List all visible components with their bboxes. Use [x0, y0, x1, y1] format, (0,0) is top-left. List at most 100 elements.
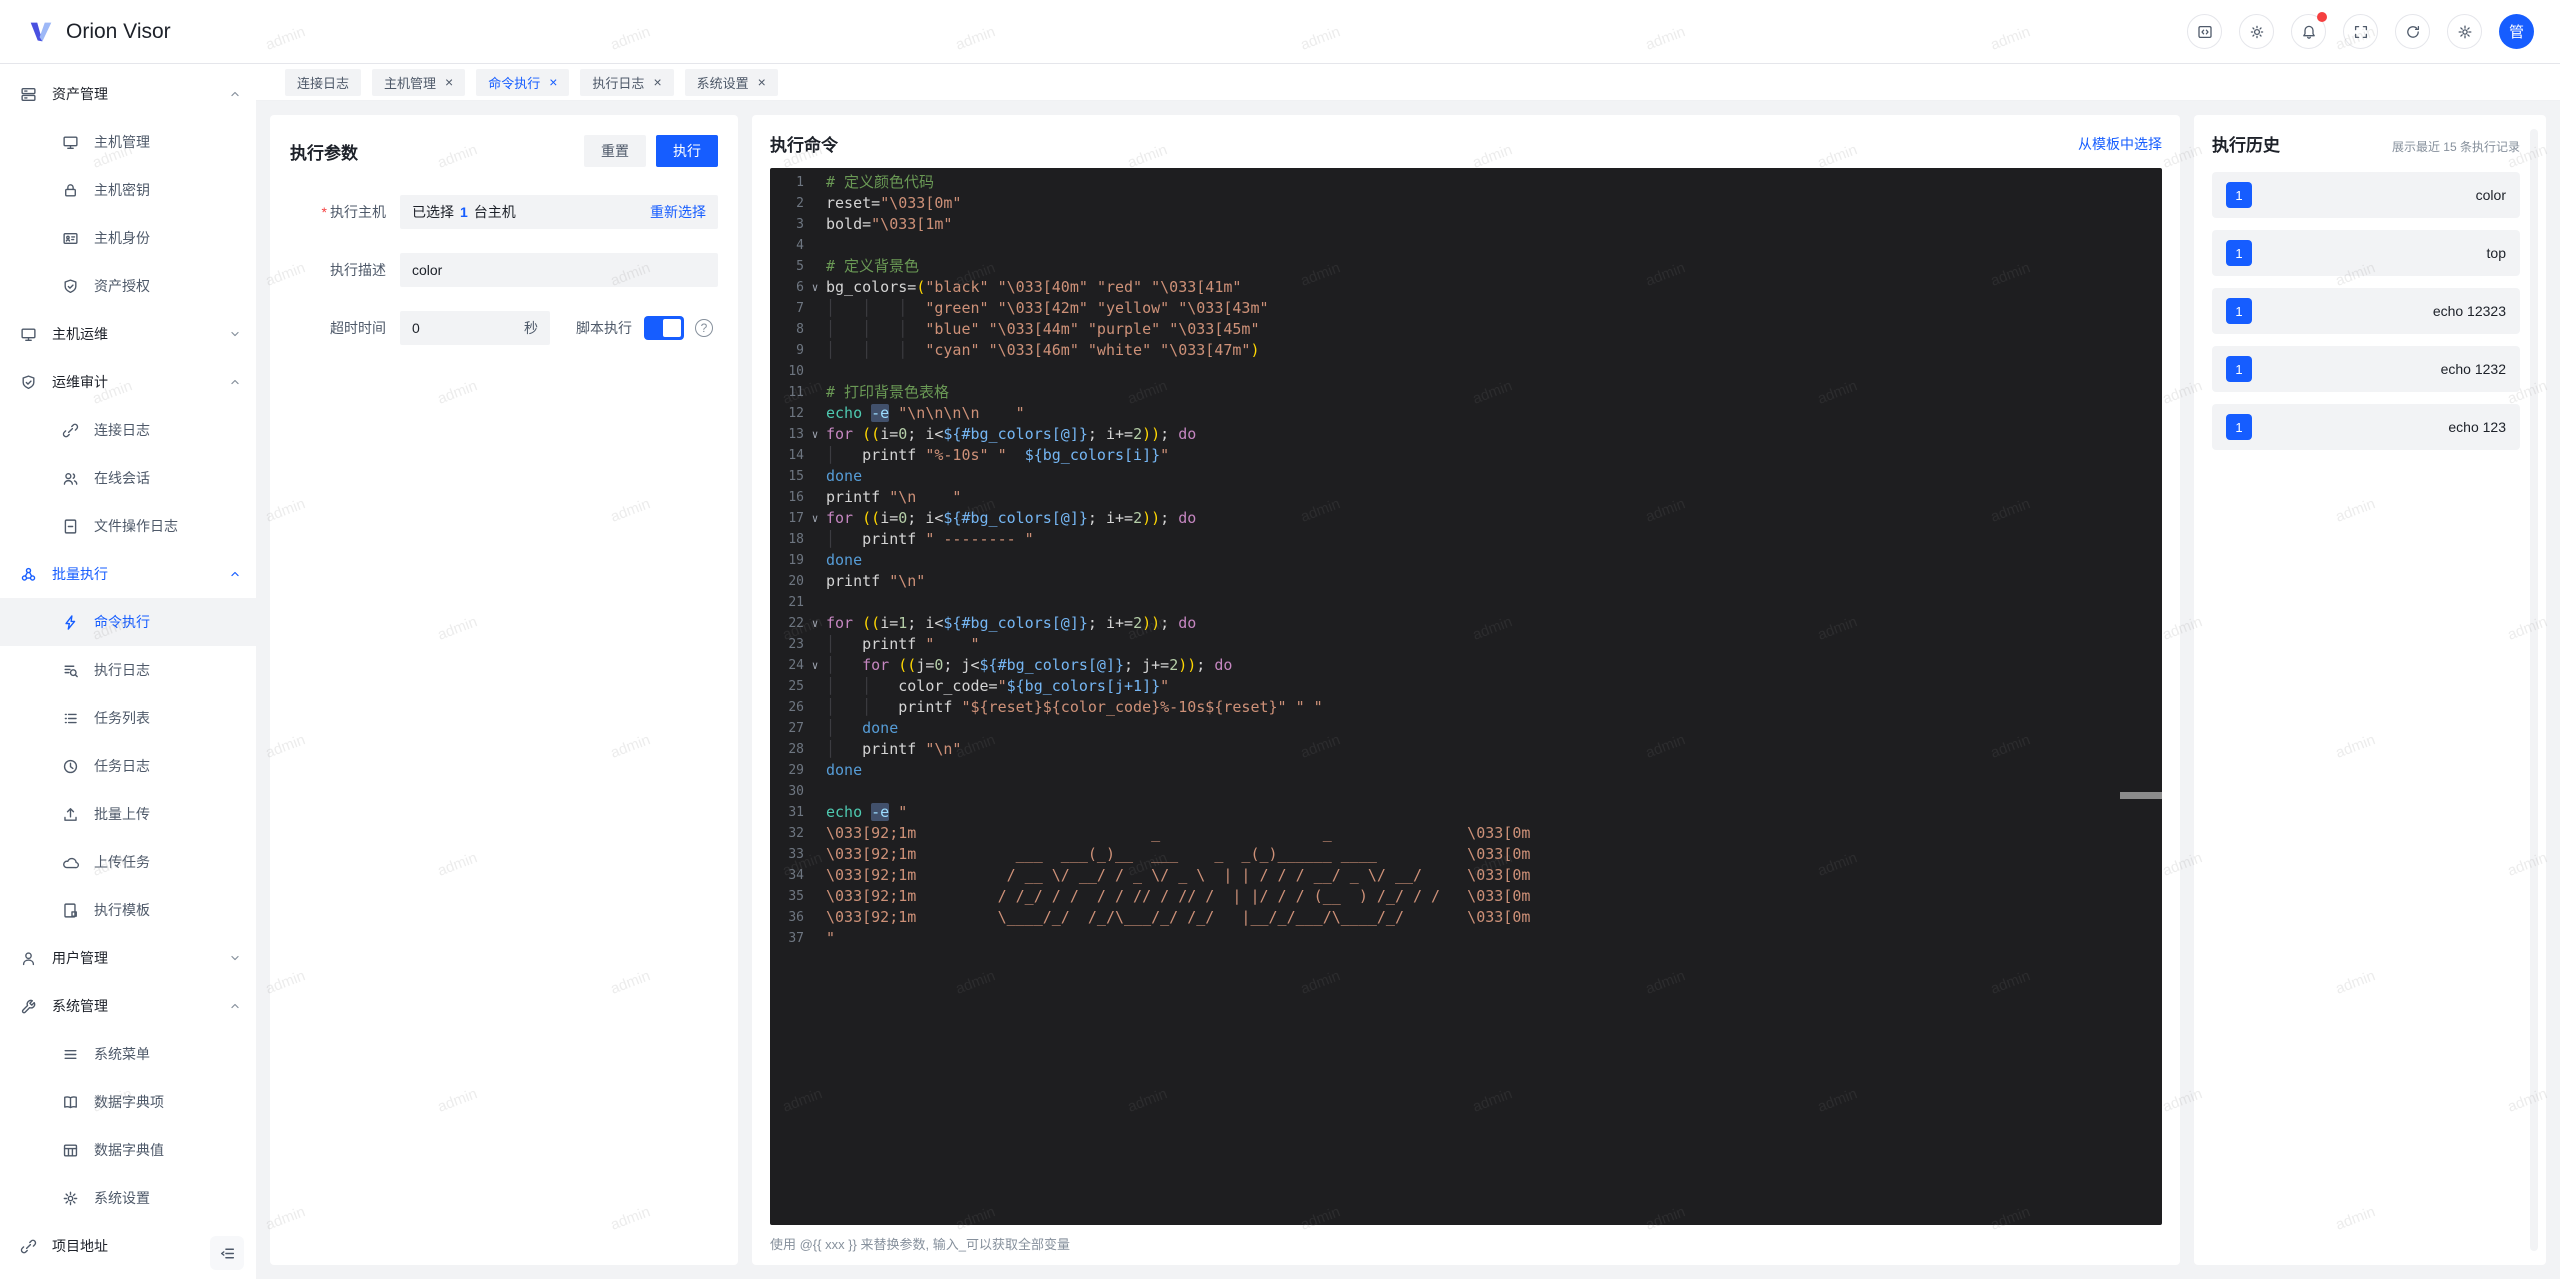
tab-close-icon[interactable]: × — [653, 75, 661, 89]
editor-scrollbar-handle[interactable] — [2120, 792, 2162, 799]
history-item[interactable]: 1 top — [2212, 230, 2520, 276]
timeout-input-wrap: 秒 — [400, 311, 550, 345]
sidebar-item-host-identity[interactable]: 主机身份 — [0, 214, 256, 262]
history-item[interactable]: 1 echo 12323 — [2212, 288, 2520, 334]
sidebar-item-label: 主机密钥 — [94, 182, 150, 198]
code-line: 1 # 定义颜色代码 — [770, 172, 2162, 193]
history-scrollbar-track[interactable] — [2530, 129, 2538, 1251]
tab-execution-log[interactable]: 执行日志 × — [580, 68, 674, 96]
notifications-button[interactable] — [2291, 12, 2327, 49]
selected-hosts-field[interactable]: 已选择 1 台主机 重新选择 — [400, 195, 718, 229]
line-number: 25 — [788, 679, 804, 694]
line-number: 4 — [796, 238, 804, 253]
code-editor[interactable]: 1 # 定义颜色代码 2 reset="\033[0m" 3 bold="\033[1m"… — [770, 168, 2162, 1225]
fold-chevron-icon[interactable]: ∨ — [804, 613, 826, 634]
tab-system-settings[interactable]: 系统设置 × — [684, 68, 778, 96]
idcard-icon — [63, 232, 78, 244]
code-text: printf "\n " — [826, 488, 962, 506]
tab-host-management[interactable]: 主机管理 × — [372, 68, 466, 96]
tab-label: 连接日志 — [297, 75, 350, 91]
sidebar-item-asset-authorization[interactable]: 资产授权 — [0, 262, 256, 310]
code-text: │ printf "\n" — [826, 740, 962, 758]
script-exec-toggle[interactable] — [644, 316, 684, 340]
monitor-icon — [21, 327, 36, 341]
toggle-knob — [663, 319, 681, 337]
sidebar-item-execution-template[interactable]: 执行模板 — [0, 886, 256, 934]
sidebar-item-host-ops[interactable]: 主机运维 — [0, 310, 256, 358]
sidebar-item-host-keys[interactable]: 主机密钥 — [0, 166, 256, 214]
fold-chevron-icon[interactable]: ∨ — [804, 424, 826, 445]
code-line: 31 echo -e " — [770, 802, 2162, 823]
sidebar-item-task-list[interactable]: 任务列表 — [0, 694, 256, 742]
line-number: 19 — [788, 553, 804, 568]
choose-template-link[interactable]: 从模板中选择 — [2078, 134, 2162, 154]
sidebar-item-system-menu[interactable]: 系统菜单 — [0, 1030, 256, 1078]
timeout-input[interactable] — [412, 320, 524, 336]
run-button[interactable]: 执行 — [656, 135, 718, 167]
reset-button[interactable]: 重置 — [584, 135, 646, 167]
reselect-hosts-link[interactable]: 重新选择 — [650, 202, 706, 222]
sidebar-item-online-session[interactable]: 在线会话 — [0, 454, 256, 502]
tab-close-icon[interactable]: × — [758, 75, 766, 89]
fold-gutter — [804, 319, 826, 340]
history-item[interactable]: 1 echo 123 — [2212, 404, 2520, 450]
code-text: │ │ │ "cyan" "\033[46m" "white" "\033[47… — [826, 341, 1260, 359]
code-window-button[interactable] — [2187, 14, 2222, 49]
sidebar-item-connection-log[interactable]: 连接日志 — [0, 406, 256, 454]
fold-chevron-icon[interactable]: ∨ — [804, 508, 826, 529]
sidebar-item-batch-execution[interactable]: 批量执行 — [0, 550, 256, 598]
sidebar-item-command-execution[interactable]: 命令执行 — [0, 598, 256, 646]
timeout-field-label: 超时时间 — [330, 320, 386, 336]
history-title: 执行历史 — [2212, 136, 2280, 155]
sidebar-item-dict-items[interactable]: 数据字典项 — [0, 1078, 256, 1126]
chevron-down-icon — [231, 331, 239, 337]
chevron-up-icon — [231, 91, 239, 97]
sidebar-item-host-management[interactable]: 主机管理 — [0, 118, 256, 166]
desc-input[interactable] — [400, 253, 718, 287]
sidebar-item-system-management[interactable]: 系统管理 — [0, 982, 256, 1030]
tab-label: 系统设置 — [696, 75, 749, 91]
theme-button[interactable] — [2239, 14, 2274, 49]
tab-command-execution[interactable]: 命令执行 × — [476, 68, 570, 96]
sidebar-collapse-button[interactable] — [210, 1236, 244, 1270]
sidebar-item-upload-task[interactable]: 上传任务 — [0, 838, 256, 886]
collapse-menu-icon — [220, 1248, 234, 1258]
sidebar-item-batch-upload[interactable]: 批量上传 — [0, 790, 256, 838]
sidebar-item-user-management[interactable]: 用户管理 — [0, 934, 256, 982]
sidebar-item-task-log[interactable]: 任务日志 — [0, 742, 256, 790]
code-text: # 定义背景色 — [826, 257, 920, 275]
app-logo[interactable]: Orion Visor — [26, 17, 171, 47]
fold-chevron-icon[interactable]: ∨ — [804, 655, 826, 676]
file-icon — [64, 518, 77, 534]
sidebar-item-label: 主机身份 — [94, 230, 150, 246]
fullscreen-button[interactable] — [2343, 14, 2378, 49]
sidebar-item-label: 文件操作日志 — [94, 518, 178, 534]
code-text: │ │ │ "green" "\033[42m" "yellow" "\033[… — [826, 299, 1269, 317]
history-item[interactable]: 1 color — [2212, 172, 2520, 218]
line-number: 16 — [788, 490, 804, 505]
history-item[interactable]: 1 echo 1232 — [2212, 346, 2520, 392]
refresh-button[interactable] — [2395, 14, 2430, 49]
notifications-bell-icon — [2302, 25, 2315, 39]
sidebar-item-dict-values[interactable]: 数据字典值 — [0, 1126, 256, 1174]
fold-gutter — [804, 760, 826, 781]
code-line: 18 │ printf " -------- " — [770, 529, 2162, 550]
fold-gutter — [804, 928, 826, 949]
fold-chevron-icon[interactable]: ∨ — [804, 277, 826, 298]
tab-connection-log[interactable]: 连接日志 — [285, 68, 362, 96]
sidebar-item-ops-audit[interactable]: 运维审计 — [0, 358, 256, 406]
sidebar-item-asset-management[interactable]: 资产管理 — [0, 70, 256, 118]
settings-button[interactable] — [2447, 14, 2482, 49]
tab-close-icon[interactable]: × — [549, 75, 557, 89]
line-number: 29 — [788, 763, 804, 778]
sidebar-item-system-settings[interactable]: 系统设置 — [0, 1174, 256, 1222]
sidebar-item-execution-log[interactable]: 执行日志 — [0, 646, 256, 694]
user-avatar[interactable]: 管 — [2499, 14, 2534, 49]
line-number: 1 — [796, 175, 804, 190]
sidebar-item-file-operation-log[interactable]: 文件操作日志 — [0, 502, 256, 550]
logo-v-icon — [30, 22, 52, 41]
help-icon[interactable]: ? — [695, 319, 713, 337]
tab-close-icon[interactable]: × — [445, 75, 453, 89]
fold-gutter — [804, 487, 826, 508]
chevron-up-icon — [231, 1003, 239, 1009]
